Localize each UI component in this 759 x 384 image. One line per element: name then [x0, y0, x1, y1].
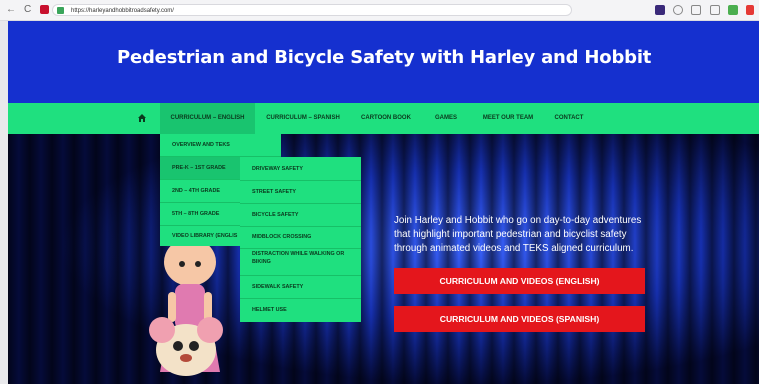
left-edge	[0, 21, 8, 384]
curtain-fold	[712, 134, 734, 384]
curtain-fold	[690, 134, 712, 384]
curtain-fold	[360, 134, 382, 384]
alert-icon[interactable]	[746, 5, 754, 15]
curtain-fold	[646, 134, 668, 384]
curtain-fold	[74, 134, 96, 384]
dd-distraction-line2[interactable]: BIKING	[252, 258, 271, 266]
curtain-fold	[668, 134, 690, 384]
curtain-fold	[580, 134, 602, 384]
curtain-fold	[536, 134, 558, 384]
curtain-fold	[734, 134, 756, 384]
curtain-fold	[96, 134, 118, 384]
curtain-fold	[448, 134, 470, 384]
curtain-background	[8, 134, 759, 384]
curtain-fold	[382, 134, 404, 384]
dd-video-library[interactable]: VIDEO LIBRARY (ENGLIS	[172, 225, 242, 247]
dd-prek-1st[interactable]: PRE-K – 1ST GRADE	[172, 157, 226, 179]
address-bar[interactable]: https://harleyandhobbitroadsafety.com/	[52, 4, 572, 16]
dd-midblock-crossing[interactable]: MIDBLOCK CROSSING	[252, 226, 311, 248]
reload-icon[interactable]: C	[24, 4, 31, 16]
dd-overview-teks[interactable]: OVERVIEW AND TEKS	[172, 134, 230, 156]
curtain-fold	[470, 134, 492, 384]
nav-cartoon-book[interactable]: CARTOON BOOK	[354, 103, 418, 134]
nav-contact[interactable]: CONTACT	[548, 103, 590, 134]
curtain-fold	[8, 134, 30, 384]
profile-icon[interactable]	[728, 5, 738, 15]
curtain-fold	[52, 134, 74, 384]
nav-meet-our-team[interactable]: MEET OUR TEAM	[474, 103, 542, 134]
dd-street-safety[interactable]: STREET SAFETY	[252, 181, 296, 203]
cta-spanish-button[interactable]: CURRICULUM AND VIDEOS (SPANISH)	[394, 306, 645, 332]
dd-distraction-line1[interactable]: DISTRACTION WHILE WALKING OR	[252, 250, 344, 258]
collections-icon[interactable]	[710, 5, 720, 15]
browser-toolbar: ← C https://harleyandhobbitroadsafety.co…	[0, 0, 759, 21]
site-title[interactable]: Pedestrian and Bicycle Safety with Harle…	[117, 47, 651, 68]
divider	[240, 248, 361, 249]
dd-driveway-safety[interactable]: DRIVEWAY SAFETY	[252, 158, 303, 180]
home-icon[interactable]	[137, 113, 147, 123]
dd-2nd-4th[interactable]: 2ND – 4TH GRADE	[172, 180, 220, 202]
hero-stage: Join Harley and Hobbit who go on day-to-…	[8, 134, 759, 384]
dd-sidewalk-safety[interactable]: SIDEWALK SAFETY	[252, 276, 303, 298]
site-favicon	[40, 5, 49, 14]
nav-curriculum-spanish[interactable]: CURRICULUM – SPANISH	[258, 103, 348, 134]
curtain-fold	[624, 134, 646, 384]
dd-helmet-use[interactable]: HELMET USE	[252, 299, 287, 321]
nav-games[interactable]: GAMES	[424, 103, 468, 134]
curtain-fold	[30, 134, 52, 384]
cta-english-button[interactable]: CURRICULUM AND VIDEOS (ENGLISH)	[394, 268, 645, 294]
extension-icon[interactable]	[655, 5, 665, 15]
dd-bicycle-safety[interactable]: BICYCLE SAFETY	[252, 204, 298, 226]
curtain-fold	[404, 134, 426, 384]
curtain-fold	[602, 134, 624, 384]
intro-text: Join Harley and Hobbit who go on day-to-…	[394, 215, 642, 254]
curtain-fold	[492, 134, 514, 384]
lock-icon	[57, 7, 64, 14]
settings-icon[interactable]	[673, 5, 683, 15]
curtain-fold	[514, 134, 536, 384]
curtain-fold	[426, 134, 448, 384]
back-icon[interactable]: ←	[6, 4, 16, 16]
nav-curriculum-english[interactable]: CURRICULUM – ENGLISH	[160, 103, 255, 134]
reader-icon[interactable]	[691, 5, 701, 15]
curtain-fold	[558, 134, 580, 384]
dd-5th-8th[interactable]: 5TH – 8TH GRADE	[172, 203, 219, 225]
browser-window: ← C https://harleyandhobbitroadsafety.co…	[0, 0, 759, 384]
